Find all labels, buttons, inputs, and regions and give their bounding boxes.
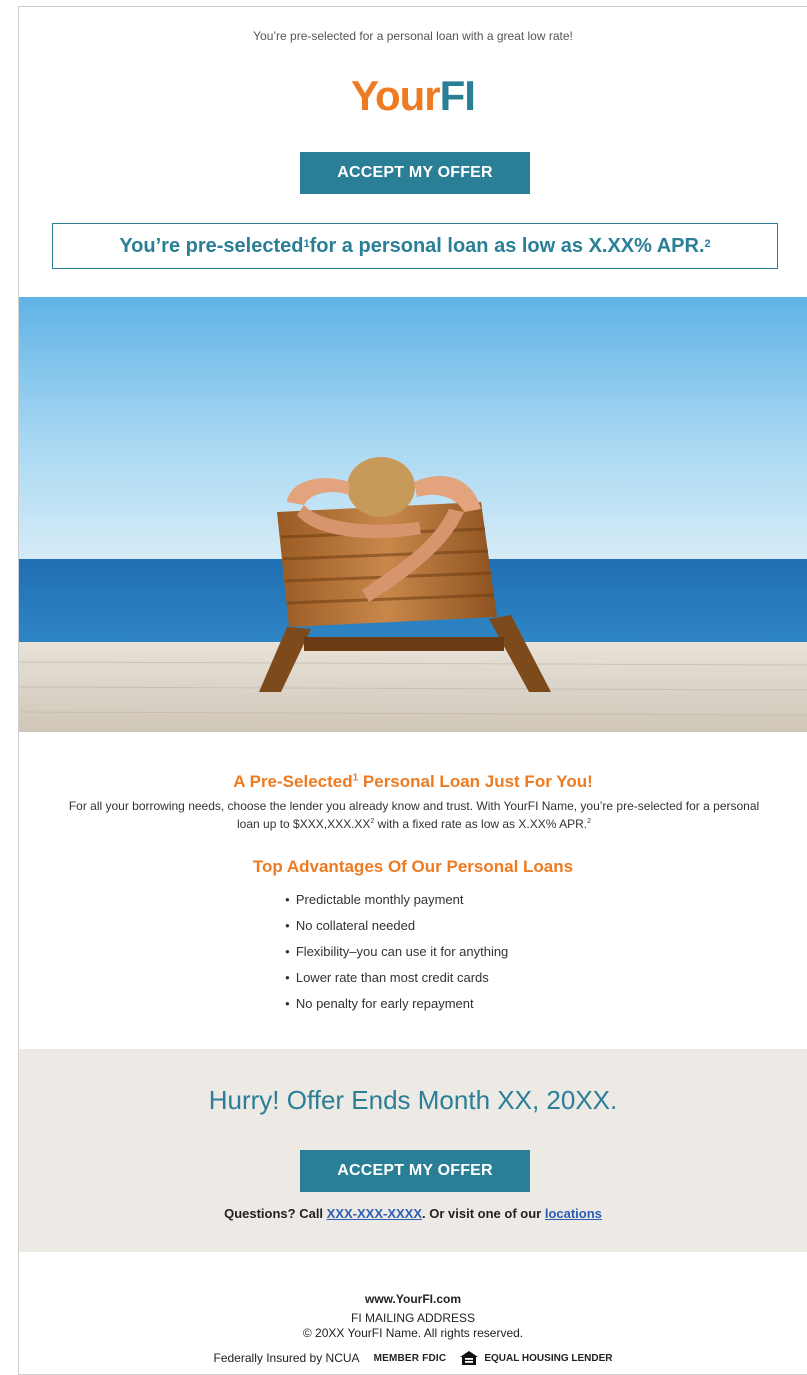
offer-text-a: You’re pre-selected xyxy=(119,234,304,257)
locations-link[interactable]: locations xyxy=(545,1206,602,1221)
member-fdic-badge: MEMBER FDIC xyxy=(373,1352,447,1364)
section-title-preselected: A Pre-Selected1 Personal Loan Just For Y… xyxy=(19,772,807,792)
offer-text-b: for a personal loan as low as X.XX% APR. xyxy=(309,234,705,257)
ncua-text: Federally Insured by NCUA xyxy=(213,1351,360,1365)
preheader-text: You’re pre-selected for a personal loan … xyxy=(253,29,573,43)
section-title-b: Personal Loan Just For You! xyxy=(358,772,593,791)
email-frame: You’re pre-selected for a personal loan … xyxy=(18,6,807,1375)
offer-footnote-1: 1 xyxy=(303,238,310,250)
contact-line: Questions? Call XXX-XXX-XXXX. Or visit o… xyxy=(19,1206,807,1221)
accept-offer-button-bottom[interactable]: ACCEPT MY OFFER xyxy=(300,1150,530,1192)
list-item: Lower rate than most credit cards xyxy=(285,965,508,991)
list-item: No collateral needed xyxy=(285,913,508,939)
offer-deadline-heading: Hurry! Offer Ends Month XX, 20XX. xyxy=(208,1085,618,1115)
accept-offer-button-top[interactable]: ACCEPT MY OFFER xyxy=(300,152,530,194)
section-title-advantages: Top Advantages Of Our Personal Loans xyxy=(252,857,574,876)
contact-text-b: . Or visit one of our xyxy=(422,1206,545,1221)
contact-text-a: Questions? Call xyxy=(224,1206,327,1221)
list-item: Flexibility–you can use it for anything xyxy=(285,939,508,965)
offer-footnote-2: 2 xyxy=(704,238,711,250)
intro-paragraph: For all your borrowing needs, choose the… xyxy=(59,798,769,832)
intro-text-b: with a fixed rate as low as X.XX% APR. xyxy=(374,817,588,831)
equal-housing-icon xyxy=(460,1351,479,1365)
offer-headline-box: You’re pre-selected 1 for a personal loan… xyxy=(52,223,778,269)
section-title-a: A Pre-Selected xyxy=(233,772,353,791)
logo-part-fi: FI xyxy=(439,72,476,119)
intro-footnote-2: 2 xyxy=(587,818,591,825)
list-item: No penalty for early repayment xyxy=(285,991,508,1017)
logo-part-your: Your xyxy=(351,72,441,119)
footer-mailing-address: FI MAILING ADDRESS xyxy=(350,1311,476,1325)
footer-website[interactable]: www.YourFI.com xyxy=(19,1292,807,1306)
footer-copyright: © 20XX YourFI Name. All rights reserved. xyxy=(302,1326,524,1340)
list-item: Predictable monthly payment xyxy=(285,887,508,913)
yourfi-logo[interactable]: YourFI xyxy=(19,75,807,117)
hero-beach-image xyxy=(19,297,807,732)
equal-housing-badge: EQUAL HOUSING LENDER xyxy=(460,1351,613,1365)
advantages-list: Predictable monthly payment No collatera… xyxy=(285,887,508,1017)
phone-link[interactable]: XXX-XXX-XXXX xyxy=(327,1206,422,1221)
footer-legal-badges: Federally Insured by NCUA MEMBER FDIC EQ… xyxy=(19,1351,807,1365)
equal-housing-text: EQUAL HOUSING LENDER xyxy=(484,1352,613,1364)
